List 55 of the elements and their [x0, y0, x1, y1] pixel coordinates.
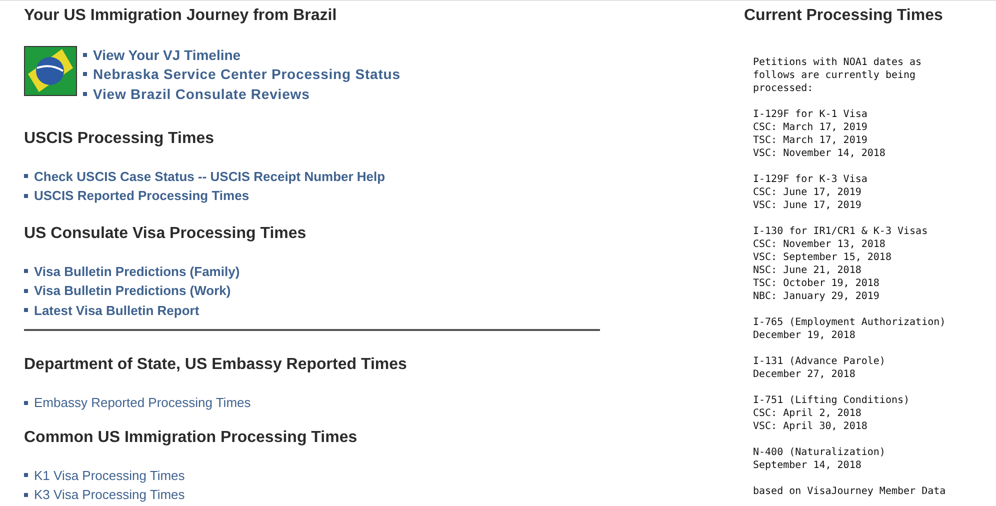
page-title: Your US Immigration Journey from Brazil [24, 6, 337, 26]
bullet-icon [24, 492, 28, 497]
bullet-icon [24, 194, 28, 198]
processing-text: processed: [753, 82, 814, 95]
bullet-icon [83, 92, 87, 96]
processing-text: Petitions with NOA1 dates as [753, 56, 922, 69]
processing-text: based on VisaJourney Member Data [753, 485, 946, 498]
flag-icon [24, 46, 77, 96]
processing-text: TSC: March 17, 2019 [753, 134, 868, 147]
bullet-icon [24, 308, 28, 312]
nav-link[interactable]: K1 Visa Processing Times [34, 468, 185, 483]
nav-link[interactable]: View Brazil Consulate Reviews [93, 86, 310, 102]
processing-text: TSC: October 19, 2018 [753, 277, 880, 290]
processing-text: December 19, 2018 [753, 329, 856, 342]
processing-text: CSC: March 17, 2019 [753, 121, 868, 134]
processing-text: VSC: November 14, 2018 [753, 147, 886, 160]
processing-text: CSC: June 17, 2019 [753, 186, 862, 199]
nav-link[interactable]: Visa Bulletin Predictions (Family) [34, 264, 240, 279]
nav-link[interactable]: Nebraska Service Center Processing Status [93, 66, 400, 82]
sidebar-heading: Current Processing Times [744, 6, 943, 26]
bullet-icon [24, 400, 28, 405]
processing-text: CSC: April 2, 2018 [753, 407, 862, 420]
section-heading: Common US Immigration Processing Times [24, 428, 358, 448]
processing-text: NSC: June 21, 2018 [753, 264, 862, 277]
processing-text: I-130 for IR1/CR1 & K-3 Visas [753, 225, 928, 238]
processing-text: I-765 (Employment Authorization) [753, 316, 946, 329]
processing-text: VSC: September 15, 2018 [753, 251, 892, 264]
bullet-icon [24, 288, 28, 293]
bullet-icon [24, 174, 28, 178]
section-heading: USCIS Processing Times [24, 128, 214, 148]
nav-link[interactable]: View Your VJ Timeline [93, 46, 241, 63]
processing-text: I-129F for K-1 Visa [753, 108, 868, 121]
processing-text: NBC: January 29, 2019 [753, 290, 880, 303]
bullet-icon [24, 473, 28, 478]
nav-link[interactable]: Embassy Reported Processing Times [34, 395, 251, 410]
section-heading: Department of State, US Embassy Reported Times [24, 355, 407, 375]
processing-text: December 27, 2018 [753, 368, 856, 381]
processing-text: I-129F for K-3 Visa [753, 173, 868, 186]
nav-link[interactable]: Latest Visa Bulletin Report [34, 302, 200, 318]
nav-link[interactable]: USCIS Reported Processing Times [34, 188, 250, 204]
section-heading: US Consulate Visa Processing Times [24, 224, 306, 244]
processing-text: I-131 (Advance Parole) [753, 355, 886, 368]
bullet-icon [24, 269, 28, 274]
bullet-icon [83, 72, 87, 76]
nav-link[interactable]: K3 Visa Processing Times [34, 487, 185, 502]
processing-text: follows are currently being [753, 69, 916, 82]
processing-text: VSC: June 17, 2019 [753, 199, 862, 212]
processing-text: I-751 (Lifting Conditions) [753, 394, 910, 407]
nav-link[interactable]: Check USCIS Case Status -- USCIS Receipt Number Help [34, 168, 386, 184]
nav-link[interactable]: Visa Bulletin Predictions (Work) [34, 283, 231, 298]
processing-text: N-400 (Naturalization) [753, 446, 886, 459]
processing-text: September 14, 2018 [753, 459, 862, 472]
bullet-icon [83, 52, 87, 57]
processing-text: CSC: November 13, 2018 [753, 238, 886, 251]
processing-text: VSC: April 30, 2018 [753, 420, 868, 433]
